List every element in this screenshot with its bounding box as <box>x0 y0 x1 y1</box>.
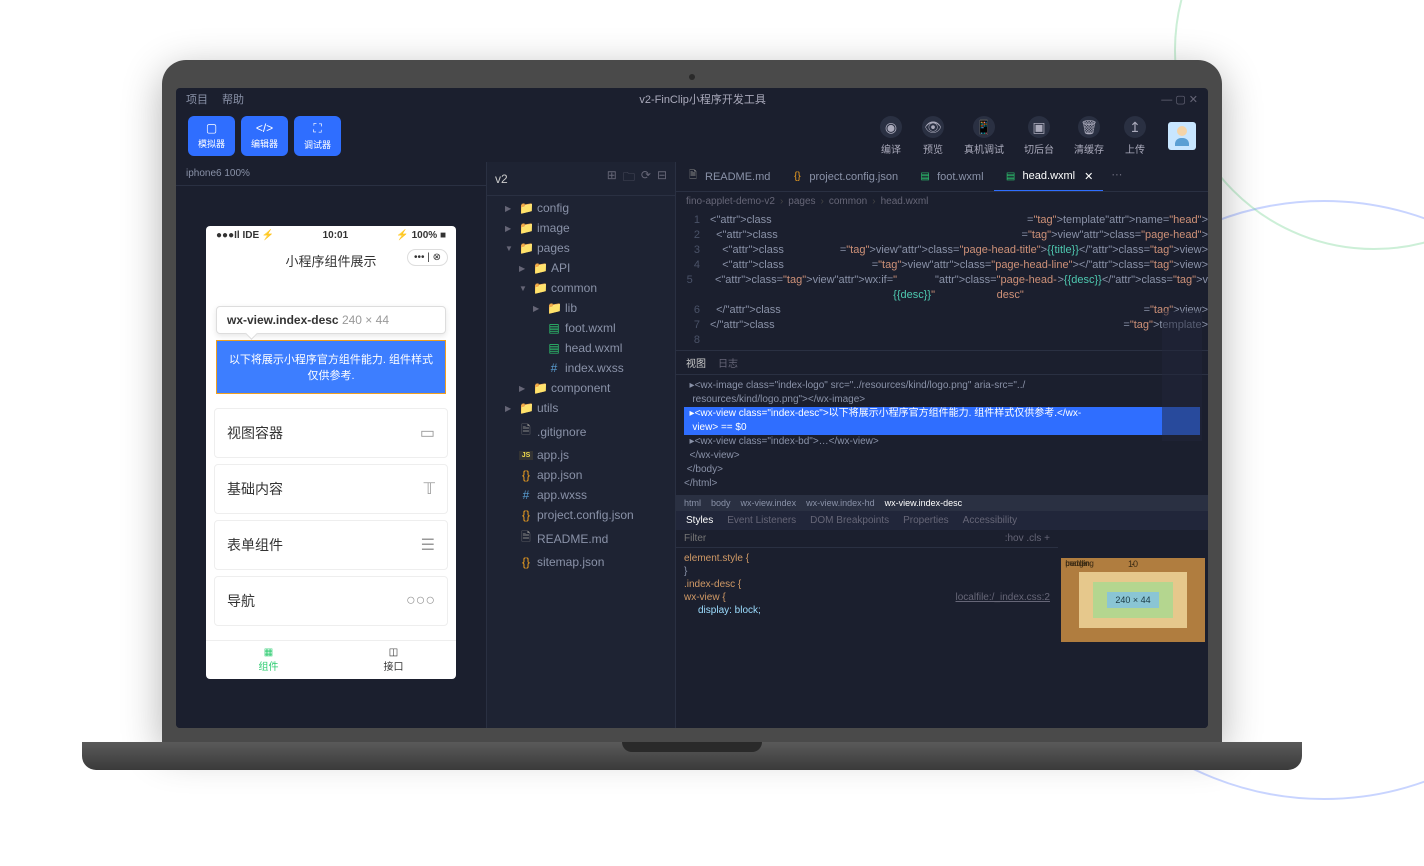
style-tab[interactable]: Styles <box>686 515 713 526</box>
devtools-tab-view[interactable]: 视图 <box>686 355 706 370</box>
action-compile[interactable]: ◉编译 <box>880 116 902 156</box>
tree-item[interactable]: ▶📁config <box>487 198 675 218</box>
phone-preview: ●●●Il IDE ⚡ 10:01 ⚡ 100% ■ 小程序组件展示 ••• |… <box>206 226 456 679</box>
style-tab[interactable]: DOM Breakpoints <box>810 515 889 526</box>
editor-tab[interactable]: ▤foot.wxml <box>908 162 993 191</box>
editor-tab[interactable]: 🗎README.md <box>676 162 780 191</box>
tree-item[interactable]: ▶📁utils <box>487 398 675 418</box>
dom-crumb[interactable]: wx-view.index-desc <box>885 498 963 508</box>
api-icon: ◫ <box>337 647 450 658</box>
app-screen: 项目 帮助 v2-FinClip小程序开发工具 — ▢ ✕ ▢模拟器 </>编辑… <box>176 88 1208 728</box>
titlebar: 项目 帮助 v2-FinClip小程序开发工具 — ▢ ✕ <box>176 88 1208 110</box>
tree-item[interactable]: {}sitemap.json <box>487 552 675 572</box>
tree-item[interactable]: ▶📁lib <box>487 298 675 318</box>
new-folder-icon[interactable]: 🗀 <box>623 168 635 189</box>
tree-root[interactable]: v2 <box>495 172 508 186</box>
tabs-more[interactable]: ⋯ <box>1103 162 1130 191</box>
file-tree-panel: v2 ⊞ 🗀 ⟳ ⊟ ▶📁config▶📁image▼📁pages▶📁API▼📁… <box>486 162 676 728</box>
tree-item[interactable]: {}app.json <box>487 465 675 485</box>
app-title: v2-FinClip小程序开发工具 <box>244 91 1161 107</box>
tree-item[interactable]: ▼📁common <box>487 278 675 298</box>
capsule-button[interactable]: ••• | ⊗ <box>407 249 448 266</box>
tree-item[interactable]: ▶📁component <box>487 378 675 398</box>
devtools-panel: 视图 日志 ▸<wx-image class="index-logo" src=… <box>676 350 1208 670</box>
tree-item[interactable]: ▶📁API <box>487 258 675 278</box>
tree-item[interactable]: 🗎README.md <box>487 525 675 552</box>
dom-inspector[interactable]: ▸<wx-image class="index-logo" src="../re… <box>676 375 1208 495</box>
mode-editor[interactable]: </>编辑器 <box>241 116 288 156</box>
components-icon: ▦ <box>212 647 325 658</box>
tree-item[interactable]: 🗎.gitignore <box>487 418 675 445</box>
tree-item[interactable]: #index.wxss <box>487 358 675 378</box>
tree-item[interactable]: #app.wxss <box>487 485 675 505</box>
dom-crumb[interactable]: wx-view.index <box>741 498 797 508</box>
editor-tab[interactable]: ▤head.wxml✕ <box>994 162 1104 191</box>
dom-crumb[interactable]: body <box>711 498 731 508</box>
action-remote[interactable]: 📱真机调试 <box>964 116 1004 156</box>
styles-filter-input[interactable] <box>684 533 1005 544</box>
status-time: 10:01 <box>323 230 349 241</box>
tree-item[interactable]: JSapp.js <box>487 445 675 465</box>
window-controls[interactable]: — ▢ ✕ <box>1161 93 1198 106</box>
minimap[interactable] <box>1162 311 1202 441</box>
status-battery: ⚡ 100% ■ <box>396 230 446 241</box>
refresh-icon[interactable]: ⟳ <box>641 168 651 189</box>
code-editor[interactable]: 1<"attr">class="tag">template "attr">nam… <box>676 211 1208 350</box>
toolbar: ▢模拟器 </>编辑器 ⛶调试器 ◉编译 👁预览 📱真机调试 ▣切后台 🗑清缓存… <box>176 110 1208 162</box>
box-model: margin 10 border - padding - <box>1058 530 1208 670</box>
tab-components[interactable]: ▦ 组件 <box>206 641 331 679</box>
style-tab[interactable]: Event Listeners <box>727 515 796 526</box>
style-tab[interactable]: Accessibility <box>963 515 1017 526</box>
dom-breadcrumb[interactable]: html body wx-view.index wx-view.index-hd wx-… <box>676 495 1208 511</box>
tree-item[interactable]: ▤foot.wxml <box>487 318 675 338</box>
device-label[interactable]: iphone6 100% <box>176 162 486 186</box>
menu-project[interactable]: 项目 <box>186 91 208 107</box>
tab-api[interactable]: ◫ 接口 <box>331 641 456 679</box>
mode-simulator[interactable]: ▢模拟器 <box>188 116 235 156</box>
menu-help[interactable]: 帮助 <box>222 91 244 107</box>
styles-filter-actions[interactable]: :hov .cls + <box>1005 533 1050 544</box>
collapse-icon[interactable]: ⊟ <box>657 168 667 189</box>
inspect-tooltip: wx-view.index-desc 240 × 44 <box>216 306 446 334</box>
page-title: 小程序组件展示 <box>285 254 376 269</box>
camera-dot <box>689 74 695 80</box>
selected-element[interactable]: 以下将展示小程序官方组件能力. 组件样式仅供参考. <box>216 340 446 394</box>
user-avatar[interactable] <box>1168 122 1196 150</box>
tree-item[interactable]: ▶📁image <box>487 218 675 238</box>
dom-crumb[interactable]: wx-view.index-hd <box>806 498 875 508</box>
list-item[interactable]: 表单组件☰ <box>214 520 448 570</box>
mode-debugger[interactable]: ⛶调试器 <box>294 116 341 156</box>
styles-pane[interactable]: element.style {}.index-desc {</span></di… <box>676 548 1058 621</box>
list-item[interactable]: 基础内容𝕋 <box>214 464 448 514</box>
editor-panel: 🗎README.md{}project.config.json▤foot.wxm… <box>676 162 1208 728</box>
action-preview[interactable]: 👁预览 <box>922 116 944 156</box>
tree-item[interactable]: ▼📁pages <box>487 238 675 258</box>
style-tab[interactable]: Properties <box>903 515 949 526</box>
action-cache[interactable]: 🗑清缓存 <box>1074 116 1104 156</box>
action-background[interactable]: ▣切后台 <box>1024 116 1054 156</box>
list-item[interactable]: 导航○○○ <box>214 576 448 626</box>
dom-crumb[interactable]: html <box>684 498 701 508</box>
action-upload[interactable]: ↥上传 <box>1124 116 1146 156</box>
tree-item[interactable]: ▤head.wxml <box>487 338 675 358</box>
laptop-frame: 项目 帮助 v2-FinClip小程序开发工具 — ▢ ✕ ▢模拟器 </>编辑… <box>162 60 1222 770</box>
simulator-panel: iphone6 100% ●●●Il IDE ⚡ 10:01 ⚡ 100% ■ … <box>176 162 486 728</box>
editor-tab[interactable]: {}project.config.json <box>780 162 908 191</box>
new-file-icon[interactable]: ⊞ <box>607 168 617 189</box>
tree-item[interactable]: {}project.config.json <box>487 505 675 525</box>
status-signal: ●●●Il IDE ⚡ <box>216 230 274 241</box>
breadcrumb[interactable]: fino-applet-demo-v2›pages›common›head.wx… <box>676 192 1208 211</box>
list-item[interactable]: 视图容器▭ <box>214 408 448 458</box>
devtools-tab-log[interactable]: 日志 <box>718 355 738 370</box>
